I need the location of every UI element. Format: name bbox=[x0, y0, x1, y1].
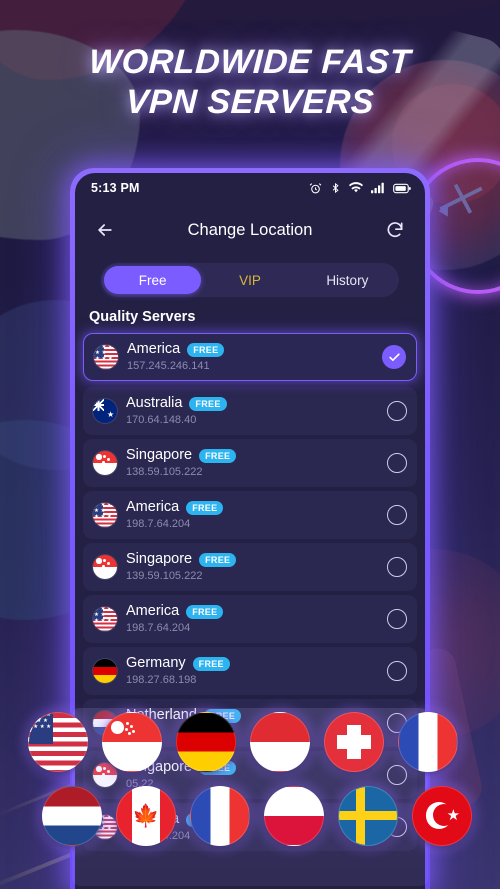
overlay-flag-ch bbox=[324, 712, 384, 772]
promo-banner: WORLDWIDE FAST VPN SERVERS 5:13 PM Chang… bbox=[0, 0, 500, 889]
server-nameline: America FREE bbox=[126, 499, 387, 516]
server-badge: FREE bbox=[189, 396, 227, 411]
selected-server-meta: America FREE 157.245.246.141 bbox=[127, 341, 382, 373]
server-radio-button[interactable] bbox=[387, 505, 407, 525]
server-radio-button[interactable] bbox=[387, 661, 407, 681]
server-ip: 198.7.64.204 bbox=[126, 622, 191, 634]
server-ip: 138.59.105.222 bbox=[126, 466, 203, 478]
selected-server-container: America FREE 157.245.246.141 bbox=[75, 333, 425, 381]
overlay-flag-nl bbox=[42, 786, 102, 846]
server-nameline: Singapore FREE bbox=[126, 551, 387, 568]
flag-icon-sg bbox=[93, 451, 117, 475]
tabs-container: Free VIP History bbox=[75, 257, 425, 297]
headline-line-1: WORLDWIDE FAST bbox=[88, 43, 412, 81]
overlay-flag-fr bbox=[398, 712, 458, 772]
flag-overlay-row-1 bbox=[28, 712, 458, 772]
server-country: America bbox=[126, 603, 180, 619]
flag-icon-us bbox=[94, 345, 118, 369]
flag-overlay-row-2: ★ bbox=[42, 786, 472, 846]
status-bar: 5:13 PM bbox=[75, 173, 425, 203]
server-country: Germany bbox=[126, 655, 186, 671]
overlay-flag-sg bbox=[102, 712, 162, 772]
server-row[interactable]: Singapore FREE 138.59.105.222 bbox=[83, 439, 417, 487]
server-row[interactable]: Germany FREE 198.27.68.198 bbox=[83, 647, 417, 695]
promo-headline: WORLDWIDE FAST VPN SERVERS bbox=[0, 42, 500, 122]
star-glyph: ★ bbox=[446, 806, 461, 824]
wifi-icon bbox=[349, 182, 363, 193]
overlay-flag-fr bbox=[190, 786, 250, 846]
server-radio-button[interactable] bbox=[387, 453, 407, 473]
tab-bar: Free VIP History bbox=[101, 263, 399, 297]
app-bar: Change Location bbox=[75, 203, 425, 257]
selected-server-country: America bbox=[127, 341, 181, 357]
server-row[interactable]: Singapore FREE 139.59.105.222 bbox=[83, 543, 417, 591]
refresh-icon bbox=[387, 222, 403, 238]
alarm-icon bbox=[309, 182, 322, 193]
server-meta: America FREE 198.7.64.204 bbox=[126, 603, 387, 635]
server-radio-button[interactable] bbox=[387, 609, 407, 629]
tab-history[interactable]: History bbox=[299, 266, 396, 294]
selected-server-row[interactable]: America FREE 157.245.246.141 bbox=[83, 333, 417, 381]
check-icon bbox=[388, 352, 400, 361]
server-nameline: Australia FREE bbox=[126, 395, 387, 412]
section-title: Quality Servers bbox=[89, 309, 196, 325]
overlay-flag-pl bbox=[264, 786, 324, 846]
tab-free[interactable]: Free bbox=[104, 266, 202, 294]
server-nameline: Germany FREE bbox=[126, 655, 387, 672]
selected-server-ip: 157.245.246.141 bbox=[127, 360, 210, 372]
server-meta: America FREE 198.7.64.204 bbox=[126, 499, 387, 531]
flag-icon-au bbox=[93, 399, 117, 423]
tab-vip[interactable]: VIP bbox=[201, 266, 298, 294]
flag-icon-us bbox=[93, 607, 117, 631]
status-bar-icons bbox=[309, 181, 411, 195]
overlay-flag-id bbox=[250, 712, 310, 772]
battery-icon bbox=[393, 183, 411, 193]
server-badge: FREE bbox=[199, 448, 237, 463]
server-meta: Australia FREE 170.64.148.40 bbox=[126, 395, 387, 427]
refresh-button[interactable] bbox=[381, 216, 409, 244]
server-ip: 198.27.68.198 bbox=[126, 674, 197, 686]
server-radio-button[interactable] bbox=[387, 401, 407, 421]
server-ip: 170.64.148.40 bbox=[126, 414, 197, 426]
server-nameline: Singapore FREE bbox=[126, 447, 387, 464]
signal-icon bbox=[371, 182, 384, 194]
server-badge: FREE bbox=[186, 500, 224, 515]
server-meta: Singapore FREE 139.59.105.222 bbox=[126, 551, 387, 583]
server-ip: 139.59.105.222 bbox=[126, 570, 203, 582]
server-row[interactable]: Australia FREE 170.64.148.40 bbox=[83, 387, 417, 435]
server-country: America bbox=[126, 499, 180, 515]
status-bar-time: 5:13 PM bbox=[91, 181, 140, 195]
selected-server-badge: FREE bbox=[187, 342, 225, 357]
server-badge: FREE bbox=[192, 656, 230, 671]
server-country: Australia bbox=[126, 395, 183, 411]
back-arrow-icon bbox=[98, 224, 112, 236]
server-country: Singapore bbox=[126, 447, 193, 463]
server-badge: FREE bbox=[199, 552, 237, 567]
server-badge: FREE bbox=[186, 604, 224, 619]
server-meta: Germany FREE 198.27.68.198 bbox=[126, 655, 387, 687]
server-radio-button[interactable] bbox=[387, 557, 407, 577]
overlay-flag-ca bbox=[116, 786, 176, 846]
overlay-flag-se bbox=[338, 786, 398, 846]
bluetooth-icon bbox=[332, 182, 339, 194]
server-nameline: America FREE bbox=[126, 603, 387, 620]
overlay-flag-tr: ★ bbox=[412, 786, 472, 846]
selected-server-nameline: America FREE bbox=[127, 341, 382, 358]
overlay-flag-us bbox=[28, 712, 88, 772]
selected-check-icon bbox=[382, 345, 406, 369]
page-title: Change Location bbox=[187, 220, 313, 239]
back-button[interactable] bbox=[91, 216, 119, 244]
server-meta: Singapore FREE 138.59.105.222 bbox=[126, 447, 387, 479]
flag-icon-de bbox=[93, 659, 117, 683]
flag-icon-us bbox=[93, 503, 117, 527]
overlay-flag-de bbox=[176, 712, 236, 772]
server-country: Singapore bbox=[126, 551, 193, 567]
server-row[interactable]: America FREE 198.7.64.204 bbox=[83, 491, 417, 539]
headline-line-2: VPN SERVERS bbox=[124, 83, 376, 121]
server-row[interactable]: America FREE 198.7.64.204 bbox=[83, 595, 417, 643]
flag-icon-sg bbox=[93, 555, 117, 579]
server-ip: 198.7.64.204 bbox=[126, 518, 191, 530]
